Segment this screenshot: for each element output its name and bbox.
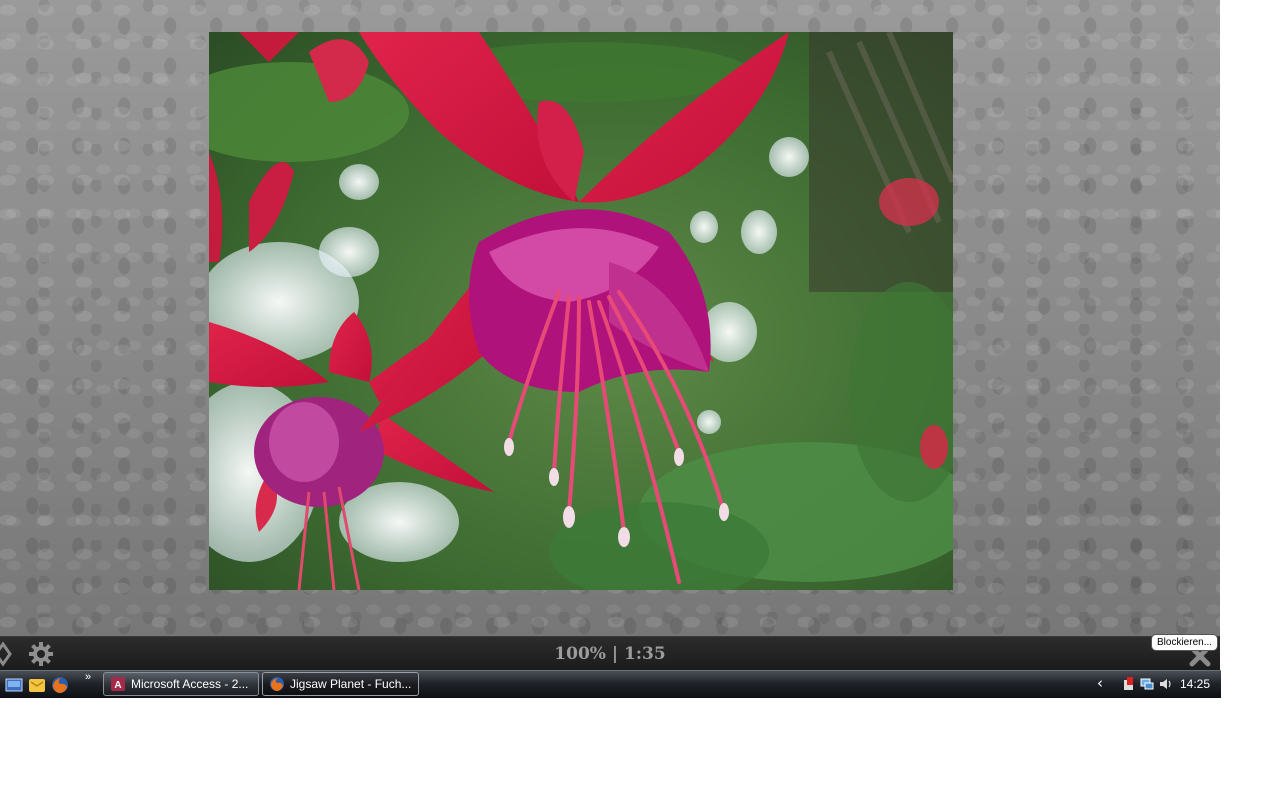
volume-icon[interactable]	[1158, 676, 1172, 692]
task-label: Jigsaw Planet - Fuch...	[290, 677, 412, 691]
tray-clock[interactable]: 14:25	[1180, 677, 1210, 691]
quick-launch-overflow[interactable]: »	[85, 671, 91, 683]
network-icon[interactable]	[1140, 676, 1154, 692]
outlook-icon[interactable]	[28, 676, 46, 694]
firefox-icon	[270, 677, 284, 691]
puzzle-image[interactable]	[209, 32, 953, 590]
task-button-jigsaw-planet[interactable]: Jigsaw Planet - Fuch...	[262, 672, 419, 696]
svg-text:A: A	[114, 680, 121, 691]
tray-expand-button[interactable]: ‹	[1097, 674, 1103, 692]
tooltip: Blockieren...	[1151, 634, 1219, 651]
screen: 100% | 1:35 » A Microsoft Access - 2...	[0, 0, 1221, 698]
security-icon[interactable]	[1122, 676, 1136, 692]
firefox-icon[interactable]	[51, 676, 69, 694]
puzzle-control-bar: 100% | 1:35	[0, 636, 1220, 671]
fuchsia-flower-photo	[209, 32, 953, 590]
windows-taskbar: » A Microsoft Access - 2... Jigsaw Plane…	[0, 670, 1221, 698]
task-label: Microsoft Access - 2...	[131, 677, 249, 691]
task-button-access[interactable]: A Microsoft Access - 2...	[103, 672, 259, 696]
puzzle-area[interactable]	[0, 0, 1220, 636]
progress-time-status: 100% | 1:35	[554, 644, 666, 664]
show-desktop-icon[interactable]	[5, 676, 23, 694]
access-icon: A	[111, 677, 125, 691]
